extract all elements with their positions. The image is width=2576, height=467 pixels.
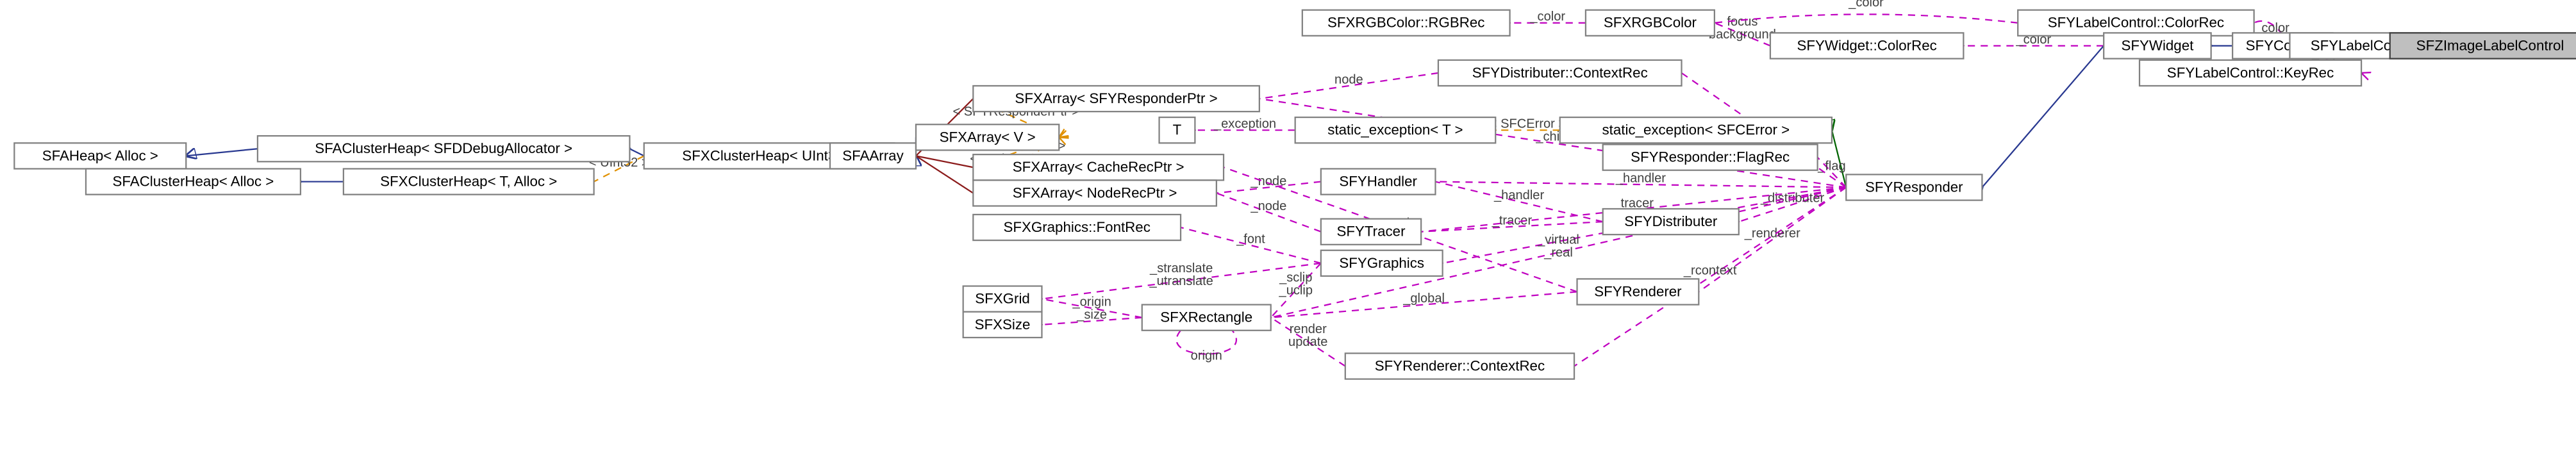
edge-label: _virtual [1537,233,1579,247]
svg-text:SFYLabelControl::ColorRec: SFYLabelControl::ColorRec [2048,15,2224,31]
svg-text:SFXArray< CacheRecPtr >: SFXArray< CacheRecPtr > [1013,159,1184,175]
node-SFYGraphics: SFYGraphics [1321,250,1443,276]
svg-text:static_exception< SFCError >: static_exception< SFCError > [1602,122,1790,138]
edge-label: background [1709,28,1776,42]
edge-label: _color [1529,10,1565,24]
node-SFYResponder_FlagRec: SFYResponder::FlagRec [1603,145,1818,170]
svg-text:SFXSize: SFXSize [975,316,1031,332]
edge-label: _uclip [1279,284,1313,298]
node-SFYLabelControl_Key: SFYLabelControl::KeyRec [2140,60,2361,86]
svg-text:SFXClusterHeap< T, Alloc >: SFXClusterHeap< T, Alloc > [380,174,557,190]
edge-SFAClusterHeap_SFDD-SFAHeap_Alloc [186,149,258,156]
svg-text:SFXRectangle: SFXRectangle [1160,309,1252,325]
node-static_exception_T: static_exception< T > [1295,117,1496,143]
node-SFAHeap_Alloc: SFAHeap< Alloc > [14,143,186,168]
edge-label: _global [1402,291,1445,306]
node-SFXGraphics_FontRec: SFXGraphics::FontRec [973,215,1181,240]
svg-text:SFXArray< V >: SFXArray< V > [940,129,1036,145]
node-SFXGrid: SFXGrid [963,286,1042,312]
node-SFYRenderer: SFYRenderer [1577,279,1699,304]
node-SFXClusterHeap_T_A: SFXClusterHeap< T, Alloc > [344,168,594,194]
node-SFXArray_Cache: SFXArray< CacheRecPtr > [973,154,1224,180]
edge-label: node [1334,72,1363,86]
svg-text:SFYWidget::ColorRec: SFYWidget::ColorRec [1797,37,1937,53]
edge-label: _utranslate [1149,274,1213,288]
svg-text:SFXGrid: SFXGrid [975,291,1030,307]
node-SFYLabelControl_Color: SFYLabelControl::ColorRec [2018,10,2254,36]
node-SFYWidget_ColorRec: SFYWidget::ColorRec [1770,33,1963,58]
edge-label: < SFCError > [1490,117,1566,131]
node-SFAArray: SFAArray [830,143,916,168]
svg-text:SFAClusterHeap< SFDDebugAlloca: SFAClusterHeap< SFDDebugAllocator > [315,140,572,156]
svg-text:SFXArray< SFYResponderPtr >: SFXArray< SFYResponderPtr > [1015,90,1217,106]
edge-label: _renderer [1744,226,1800,240]
node-static_exception_SFC: static_exception< SFCError > [1560,117,1832,143]
edge-label: update [1288,335,1327,349]
svg-text:SFYLabelControl::KeyRec: SFYLabelControl::KeyRec [2167,65,2334,81]
svg-text:SFXGraphics::FontRec: SFXGraphics::FontRec [1003,219,1150,235]
node-SFXRGBColor_RGBRec: SFXRGBColor::RGBRec [1302,10,1510,36]
edge-label: _color [1848,0,1884,10]
svg-text:T: T [1173,122,1182,138]
node-SFXRectangle: SFXRectangle [1142,305,1271,331]
edge-SFYWidget-SFYResponder [1982,45,2104,187]
node-SFYWidget: SFYWidget [2104,33,2211,58]
class-diagram: < UInt32 >_buffer< SFYResponderPtr >< Ca… [0,0,2576,467]
edge-SFYLabelControl_Color-SFXRGBColor [1715,14,2018,22]
svg-text:SFZImageLabelControl: SFZImageLabelControl [2416,37,2564,53]
edge-label: render [1290,322,1327,336]
edge-label: _size [1076,308,1107,322]
edge-label: _flag [1817,159,1846,173]
node-SFXArray_V: SFXArray< V > [916,124,1059,150]
edge-label: _real [1543,246,1573,260]
node-SFYRenderer_Ctx: SFYRenderer::ContextRec [1345,353,1574,379]
svg-text:SFYTracer: SFYTracer [1336,224,1406,240]
edge-SFXClusterHeap_U32-SFAClusterHeap_SFDD [629,149,644,156]
svg-text:SFYGraphics: SFYGraphics [1339,255,1424,271]
node-SFXArray_Resp: SFXArray< SFYResponderPtr > [973,86,1259,111]
edge-label: _handler [1615,171,1666,185]
svg-text:SFYDistributer::ContextRec: SFYDistributer::ContextRec [1472,65,1648,81]
edge-label: _node [1250,174,1286,188]
svg-text:SFYRenderer::ContextRec: SFYRenderer::ContextRec [1375,358,1545,374]
svg-text:SFAClusterHeap< Alloc >: SFAClusterHeap< Alloc > [113,174,274,190]
edge-label: _origin [1072,295,1111,309]
edge-label: _exception [1213,117,1276,131]
svg-text:SFAHeap< Alloc >: SFAHeap< Alloc > [42,147,158,163]
node-SFAClusterHeap_SFDD: SFAClusterHeap< SFDDebugAllocator > [258,136,630,161]
node-SFXArray_Node: SFXArray< NodeRecPtr > [973,180,1217,206]
edge-label: _rcontext [1683,263,1737,277]
svg-text:SFYWidget: SFYWidget [2121,37,2194,53]
node-SFXSize: SFXSize [963,312,1042,338]
edge-label: _handler [1493,188,1544,202]
node-T_node: T [1159,117,1195,143]
edge-label: origin [1191,348,1222,363]
svg-text:SFYRenderer: SFYRenderer [1594,283,1682,299]
node-SFYHandler: SFYHandler [1321,168,1436,194]
edge-label: _sclip [1279,271,1312,285]
edge-label: _font [1236,232,1265,246]
node-SFYTracer: SFYTracer [1321,219,1421,245]
svg-text:SFYResponder: SFYResponder [1865,179,1963,195]
svg-text:SFXRGBColor::RGBRec: SFXRGBColor::RGBRec [1327,15,1485,31]
edge-label: _tracer [1492,213,1533,227]
edge-label: _stranslate [1149,261,1213,275]
node-SFXRGBColor: SFXRGBColor [1586,10,1715,36]
svg-text:SFYHandler: SFYHandler [1339,174,1417,190]
node-SFYResponder: SFYResponder [1846,174,1982,200]
node-SFYDistributer: SFYDistributer [1603,209,1739,234]
svg-text:SFXRGBColor: SFXRGBColor [1604,15,1697,31]
node-SFAClusterHeap_Alloc: SFAClusterHeap< Alloc > [86,168,301,194]
svg-text:SFYDistributer: SFYDistributer [1624,213,1718,229]
edge-label: _node [1250,199,1286,213]
node-SFYDistributer_Ctx: SFYDistributer::ContextRec [1438,60,1682,86]
svg-text:SFAArray: SFAArray [842,147,904,163]
svg-text:SFYResponder::FlagRec: SFYResponder::FlagRec [1631,149,1790,165]
node-SFZImageLabelControl: SFZImageLabelControl [2390,33,2576,58]
svg-text:SFXArray< NodeRecPtr >: SFXArray< NodeRecPtr > [1013,184,1177,201]
svg-text:static_exception< T >: static_exception< T > [1327,122,1463,138]
